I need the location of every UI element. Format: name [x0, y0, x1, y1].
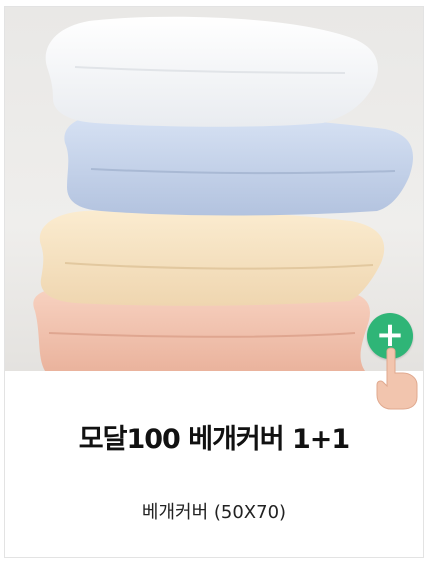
blue-pillow — [64, 113, 414, 216]
pillow-stack-illustration — [33, 16, 414, 371]
product-image[interactable] — [5, 7, 423, 371]
cream-pillow — [39, 209, 385, 306]
product-card[interactable]: + 모달100 베개커버 1+1 베개커버 (50X70) — [4, 6, 424, 558]
product-title[interactable]: 모달100 베개커버 1+1 — [5, 417, 423, 456]
finger-pointer-icon — [376, 347, 418, 410]
product-subtitle: 베개커버 (50X70) — [141, 502, 287, 523]
